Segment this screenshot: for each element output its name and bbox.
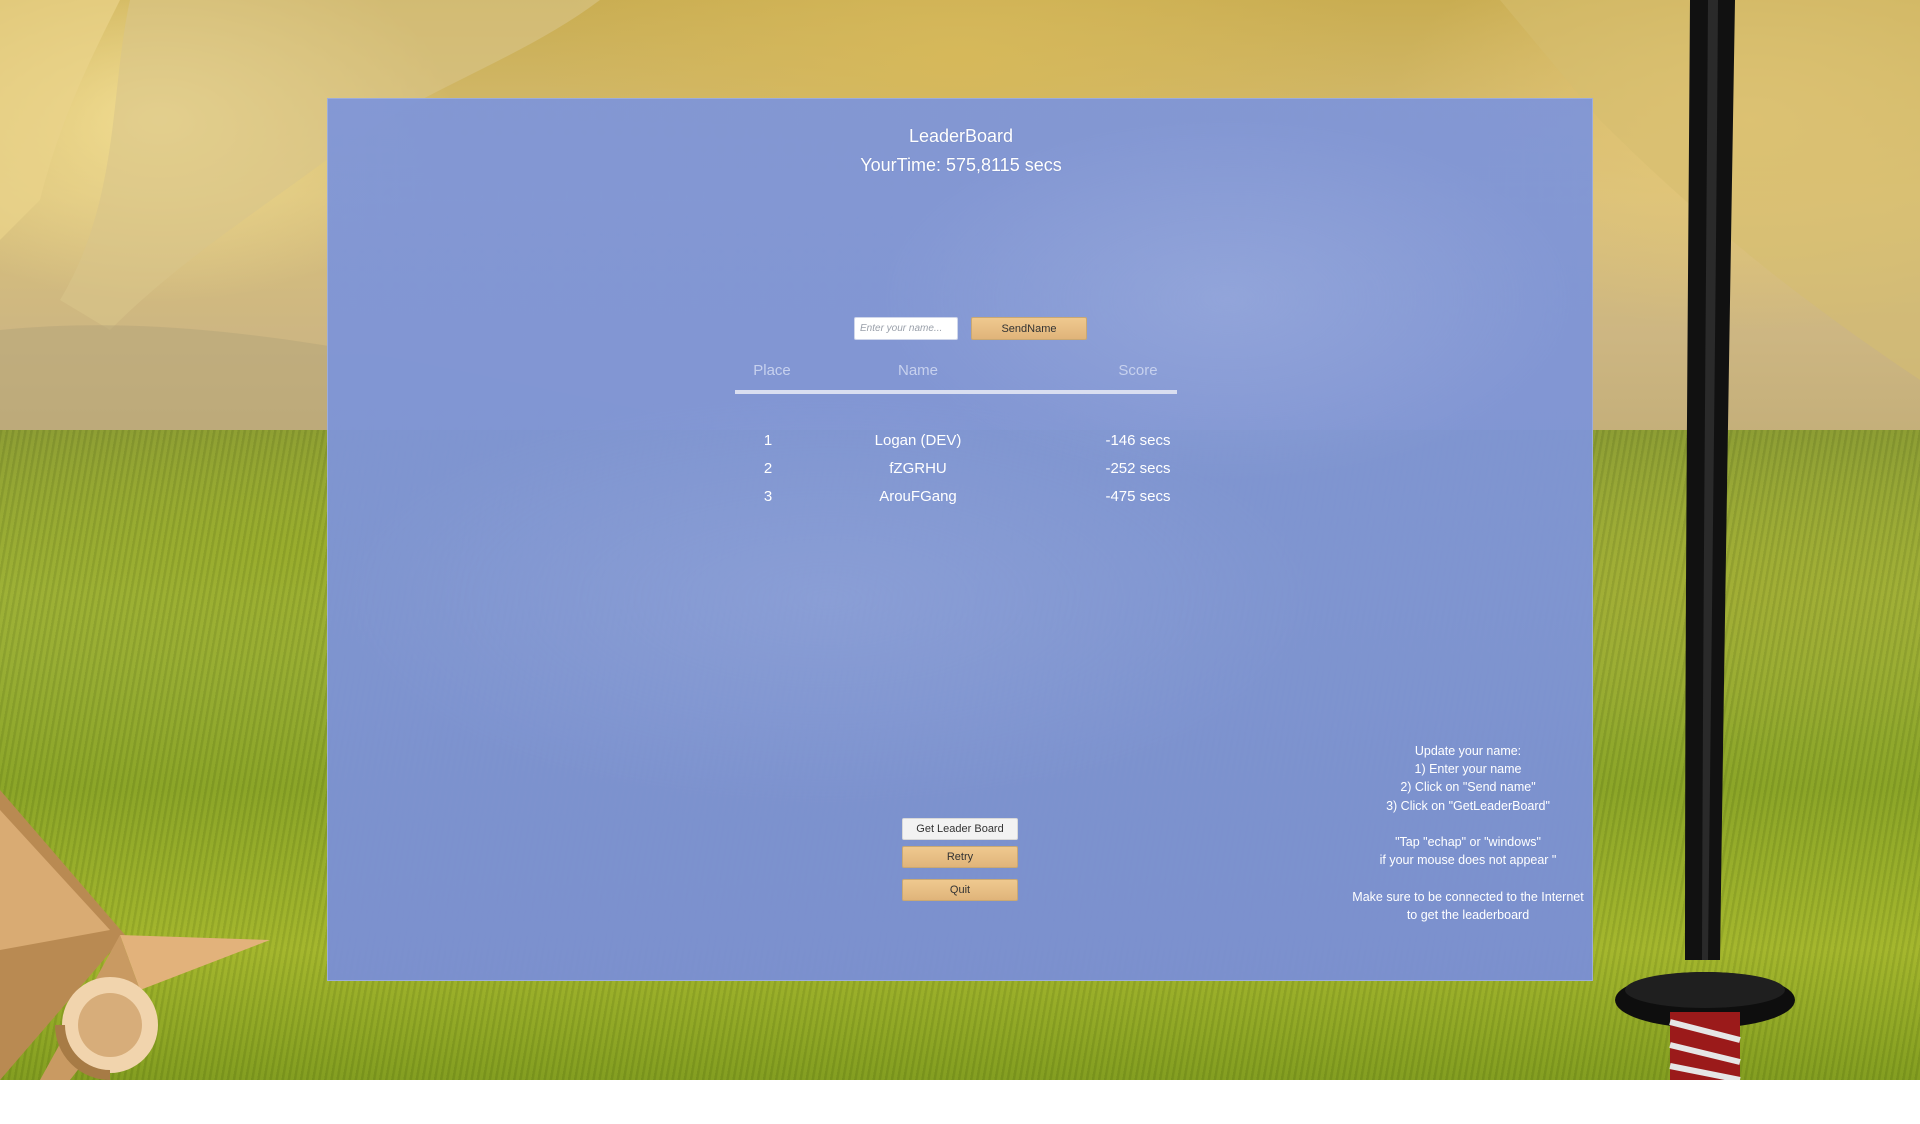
- leaderboard-row: 2 fZGRHU -252 secs: [328, 460, 1594, 484]
- row-place: 2: [763, 460, 773, 477]
- katana-icon: [1615, 0, 1795, 1080]
- header-divider: [735, 390, 1177, 394]
- your-time-label: YourTime: 575,8115 secs: [860, 155, 1062, 175]
- row-score: -475 secs: [1105, 488, 1171, 505]
- leaderboard-row: 3 ArouFGang -475 secs: [328, 488, 1594, 512]
- row-name: Logan (DEV): [874, 432, 962, 449]
- help-line: [1318, 869, 1618, 887]
- help-line: "Tap "echap" or "windows": [1395, 835, 1541, 849]
- help-line: to get the leaderboard: [1406, 907, 1530, 922]
- help-line: 1) Enter your name: [1414, 762, 1522, 777]
- help-instructions: Update your name: 1) Enter your name 2) …: [1318, 742, 1618, 924]
- name-column-header: Name: [897, 362, 938, 379]
- send-name-button[interactable]: SendName: [971, 317, 1087, 340]
- help-line: 2) Click on "Send name": [1400, 780, 1536, 795]
- leaderboard-panel: LeaderBoard YourTime: 575,8115 secs Send…: [327, 98, 1593, 981]
- help-line: Update your name:: [1414, 744, 1522, 758]
- quit-button[interactable]: Quit: [902, 879, 1018, 901]
- help-line: Make sure to be connected to the Interne…: [1352, 889, 1584, 904]
- retry-button[interactable]: Retry: [902, 846, 1018, 868]
- row-name: fZGRHU: [889, 460, 947, 477]
- row-place: 3: [763, 488, 773, 505]
- row-name: ArouFGang: [879, 488, 957, 505]
- shuriken-icon: [0, 790, 270, 1080]
- leaderboard-row: 1 Logan (DEV) -146 secs: [328, 432, 1594, 456]
- help-line: 3) Click on "GetLeaderBoard": [1386, 798, 1550, 813]
- help-line: if your mouse does not appear ": [1379, 853, 1557, 868]
- place-column-header: Place: [753, 362, 791, 379]
- help-line: [1318, 815, 1618, 833]
- score-column-header: Score: [1118, 362, 1158, 379]
- row-score: -252 secs: [1105, 460, 1171, 477]
- name-input[interactable]: [854, 317, 958, 340]
- leaderboard-title: LeaderBoard: [908, 126, 1014, 146]
- row-score: -146 secs: [1105, 432, 1171, 449]
- row-place: 1: [763, 432, 773, 449]
- get-leaderboard-button[interactable]: Get Leader Board: [902, 818, 1018, 840]
